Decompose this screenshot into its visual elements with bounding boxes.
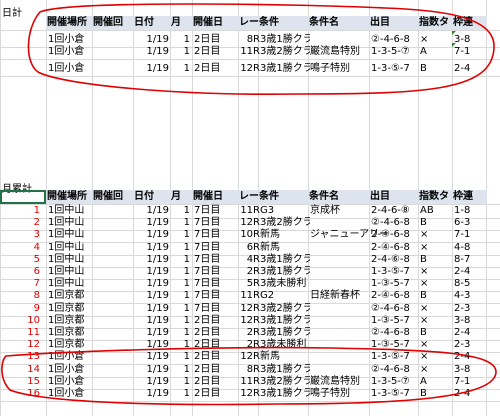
- cell-day[interactable]: 2日目: [194, 387, 238, 401]
- column-header[interactable]: 条件: [259, 190, 309, 204]
- cell-waku[interactable]: 7-1: [454, 45, 488, 59]
- column-header[interactable]: 条件: [259, 16, 309, 30]
- column-header[interactable]: 日付: [134, 190, 170, 204]
- column-header[interactable]: 日付: [134, 16, 170, 30]
- column-header[interactable]: 出目: [370, 190, 420, 204]
- column-header[interactable]: 開催回: [93, 190, 133, 204]
- cell-cond[interactable]: 3歳2勝クラ: [260, 45, 310, 59]
- cell-place[interactable]: 1回小倉: [48, 45, 92, 59]
- column-header[interactable]: 出目: [370, 16, 420, 30]
- cell-race[interactable]: 12R: [238, 62, 260, 76]
- column-header[interactable]: 開催回: [93, 16, 133, 30]
- spreadsheet: 日計開催場所開催回日付月開催日レース条件条件名出目指数タ枠連1回小倉1/1912…: [0, 0, 500, 416]
- column-header[interactable]: 指数タ: [419, 190, 449, 204]
- cell-index[interactable]: B: [420, 387, 450, 401]
- cell-index[interactable]: B: [420, 62, 450, 76]
- cell-race[interactable]: 11R: [238, 45, 260, 59]
- column-header[interactable]: 枠連: [453, 16, 487, 30]
- cell-date[interactable]: 1/19: [133, 387, 169, 401]
- column-header[interactable]: 条件名: [309, 190, 369, 204]
- cell-index[interactable]: A: [420, 45, 450, 59]
- column-header[interactable]: 枠連: [453, 190, 487, 204]
- column-header[interactable]: 月: [171, 16, 191, 30]
- cell-deme[interactable]: 1-3-⑤-7: [371, 387, 421, 401]
- cell-deme[interactable]: 1-3-⑤-7: [371, 62, 421, 76]
- cell-date[interactable]: 1/19: [133, 62, 169, 76]
- column-header[interactable]: レース: [239, 190, 261, 204]
- cell-month[interactable]: 1: [170, 45, 190, 59]
- gridline-horizontal: [0, 30, 500, 31]
- gridline-vertical: [0, 0, 1, 416]
- cell-waku[interactable]: 2-4: [454, 387, 488, 401]
- gridline-vertical: [92, 0, 93, 416]
- cell-cond[interactable]: 3歳1勝クラ: [260, 62, 310, 76]
- cell-month[interactable]: 1: [170, 387, 190, 401]
- section-title: 日計: [2, 8, 22, 19]
- column-header[interactable]: 開催日: [193, 190, 237, 204]
- column-header[interactable]: 指数タ: [419, 16, 449, 30]
- cell-race[interactable]: 12R: [238, 387, 260, 401]
- gridline-vertical: [452, 0, 453, 416]
- cell-place[interactable]: 1回小倉: [48, 387, 92, 401]
- comment-marker-icon: [452, 43, 456, 47]
- cell-deme[interactable]: 1-3-5-⑦: [371, 45, 421, 59]
- column-header[interactable]: 開催場所: [47, 190, 91, 204]
- comment-marker-icon: [452, 31, 456, 35]
- gridline-vertical: [46, 0, 47, 416]
- column-header[interactable]: 開催場所: [47, 16, 91, 30]
- column-header[interactable]: 条件名: [309, 16, 369, 30]
- cell-day[interactable]: 2日目: [194, 45, 238, 59]
- gridline-horizontal: [0, 76, 500, 77]
- cell-day[interactable]: 2日目: [194, 62, 238, 76]
- column-header[interactable]: 開催日: [193, 16, 237, 30]
- active-cell-cursor[interactable]: [0, 190, 46, 204]
- gridline-horizontal: [0, 401, 500, 402]
- column-header[interactable]: 月: [171, 190, 191, 204]
- gridline-horizontal: [0, 59, 500, 60]
- cell-date[interactable]: 1/19: [133, 45, 169, 59]
- cell-waku[interactable]: 2-4: [454, 62, 488, 76]
- gridline-vertical: [192, 0, 193, 416]
- cell-month[interactable]: 1: [170, 62, 190, 76]
- column-header[interactable]: レース: [239, 16, 261, 30]
- row-number: 16: [27, 388, 40, 399]
- cell-place[interactable]: 1回小倉: [48, 62, 92, 76]
- cell-cond[interactable]: 3歳1勝クラ: [260, 387, 310, 401]
